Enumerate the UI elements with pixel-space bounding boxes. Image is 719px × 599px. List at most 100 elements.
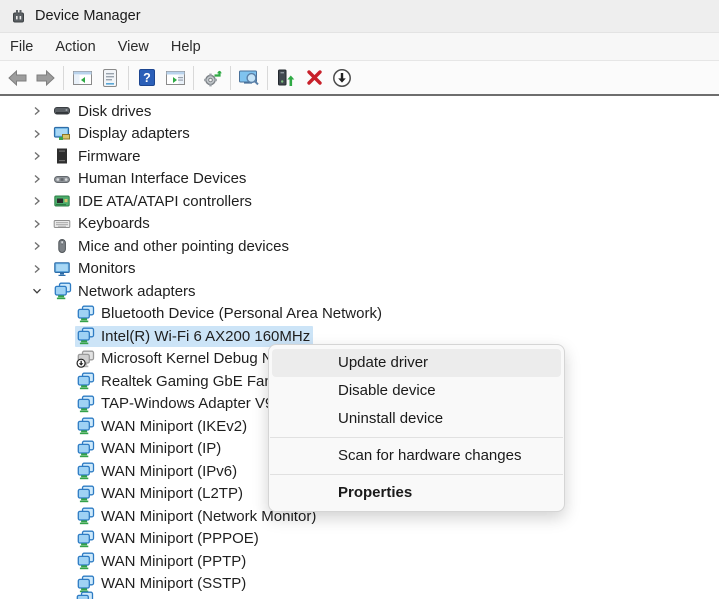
scan-for-hardware-changes-button[interactable] [199, 65, 225, 91]
network-adapter-icon [76, 327, 95, 345]
chevron-down-icon[interactable] [30, 285, 44, 297]
device-manager-icon [10, 8, 27, 25]
tree-item-network-adapters[interactable]: Network adapters [0, 280, 719, 303]
uninstall-device-icon [306, 70, 322, 85]
network-adapter-icon [76, 440, 95, 458]
chevron-right-icon[interactable] [30, 105, 44, 117]
update-driver-button[interactable] [273, 65, 299, 91]
chevron-right-icon[interactable] [30, 128, 44, 140]
context-menu: Update driver Disable device Uninstall dev… [268, 344, 565, 512]
context-menu-item-uninstall-device[interactable]: Uninstall device [272, 405, 561, 433]
svg-text:?: ? [143, 71, 151, 85]
chevron-right-icon[interactable] [30, 240, 44, 252]
back-icon [7, 69, 26, 86]
tree-item-label: WAN Miniport (IPv6) [101, 462, 238, 480]
tree-item-label: Mice and other pointing devices [78, 237, 289, 255]
tree-item-label: WAN Miniport (L2TP) [101, 485, 243, 503]
chevron-right-icon[interactable] [30, 263, 44, 275]
network-adapter-icon [76, 395, 95, 413]
menu-view[interactable]: View [112, 37, 155, 57]
network-adapter-icon [76, 462, 95, 480]
help-button[interactable]: ? [134, 65, 160, 91]
chevron-right-icon[interactable] [30, 218, 44, 230]
update-driver-icon [278, 69, 295, 86]
uninstall-device-button[interactable] [301, 65, 327, 91]
tree-item-label: TAP-Windows Adapter V9 [101, 395, 274, 413]
help-icon: ? [139, 69, 155, 86]
tree-item-label: Disk drives [78, 102, 152, 120]
toolbar: ? [0, 61, 719, 95]
show-action-pane-icon [165, 70, 185, 85]
tree-item-bluetooth-device-personal-area-network[interactable]: Bluetooth Device (Personal Area Network) [0, 303, 719, 326]
tree-item-display-adapters[interactable]: Display adapters [0, 123, 719, 146]
tree-item-disk-drives[interactable]: Disk drives [0, 100, 719, 123]
titlebar: Device Manager [0, 0, 719, 33]
context-menu-item-properties[interactable]: Properties [272, 479, 561, 507]
show-console-tree-icon [72, 70, 92, 85]
tree-item-label: Bluetooth Device (Personal Area Network) [101, 305, 382, 323]
tree-item-label: Monitors [78, 260, 136, 278]
toolbar-separator [193, 65, 194, 90]
toolbar-separator [230, 65, 231, 90]
back-button[interactable] [4, 65, 30, 91]
menu-file[interactable]: File [4, 37, 39, 57]
network-adapter-icon [76, 485, 95, 503]
computer-search-icon [239, 70, 259, 86]
tree-item-wan-miniport-pppoe[interactable]: WAN Miniport (PPPOE) [0, 528, 719, 551]
show-console-tree-button[interactable] [69, 65, 95, 91]
tree-item-mice-and-other-pointing-devices[interactable]: Mice and other pointing devices [0, 235, 719, 258]
network-adapter-icon [53, 282, 72, 300]
menu-action[interactable]: Action [49, 37, 101, 57]
tree-item-label: WAN Miniport (PPPOE) [101, 530, 259, 548]
disable-device-button[interactable] [329, 65, 355, 91]
context-menu-item-disable-device[interactable]: Disable device [272, 377, 561, 405]
toolbar-separator [63, 65, 64, 90]
chevron-right-icon[interactable] [30, 173, 44, 185]
tree-item-label: Microsoft Kernel Debug N [101, 350, 273, 368]
network-adapter-disabled-icon [76, 350, 95, 368]
chevron-right-icon[interactable] [30, 150, 44, 162]
tree-item-monitors[interactable]: Monitors [0, 258, 719, 281]
tree-item-label: WAN Miniport (IKEv2) [101, 417, 248, 435]
tree-item-keyboards[interactable]: Keyboards [0, 213, 719, 236]
keyboard-icon [53, 215, 72, 233]
menu-help[interactable]: Help [165, 37, 207, 57]
context-menu-separator [270, 437, 563, 438]
context-menu-separator [270, 474, 563, 475]
forward-icon [36, 69, 55, 86]
tree-item-label: WAN Miniport (IP) [101, 440, 222, 458]
tree-item-wan-miniport-sstp[interactable]: WAN Miniport (SSTP) [0, 573, 719, 596]
tree-item-label: WAN Miniport (SSTP) [101, 575, 247, 593]
tree-item-firmware[interactable]: Firmware [0, 145, 719, 168]
tree-item-wan-miniport-pptp[interactable]: WAN Miniport (PPTP) [0, 550, 719, 573]
monitor-icon [53, 260, 72, 278]
show-action-pane-button[interactable] [162, 65, 188, 91]
context-menu-item-scan-for-hardware-changes[interactable]: Scan for hardware changes [272, 442, 561, 470]
network-adapter-icon [76, 372, 95, 390]
context-menu-item-update-driver[interactable]: Update driver [272, 349, 561, 377]
chevron-right-icon[interactable] [30, 195, 44, 207]
tree-item-label: Display adapters [78, 125, 190, 143]
device-manager-window: Device Manager File Action View Help ? D… [0, 0, 719, 599]
forward-button[interactable] [32, 65, 58, 91]
properties-pane-icon [103, 68, 117, 87]
tree-item-label: Firmware [78, 147, 141, 165]
network-adapter-icon [76, 552, 95, 570]
network-adapter-icon [76, 417, 95, 435]
menubar: File Action View Help [0, 33, 719, 61]
tree-item-ide-ata-atapi-controllers[interactable]: IDE ATA/ATAPI controllers [0, 190, 719, 213]
computer-search-button[interactable] [236, 65, 262, 91]
properties-pane-button[interactable] [97, 65, 123, 91]
network-adapter-icon [76, 530, 95, 548]
firmware-icon [53, 147, 72, 165]
network-adapter-icon [76, 305, 95, 323]
tree-item-human-interface-devices[interactable]: Human Interface Devices [0, 168, 719, 191]
tree-item-label: Network adapters [78, 282, 196, 300]
toolbar-separator [267, 65, 268, 90]
tree-item-label: Keyboards [78, 215, 150, 233]
mouse-icon [53, 237, 72, 255]
hid-icon [53, 170, 72, 188]
window-title: Device Manager [35, 8, 141, 24]
scan-for-hardware-changes-icon [203, 70, 222, 86]
tree-item-label: Realtek Gaming GbE Fami [101, 372, 281, 390]
